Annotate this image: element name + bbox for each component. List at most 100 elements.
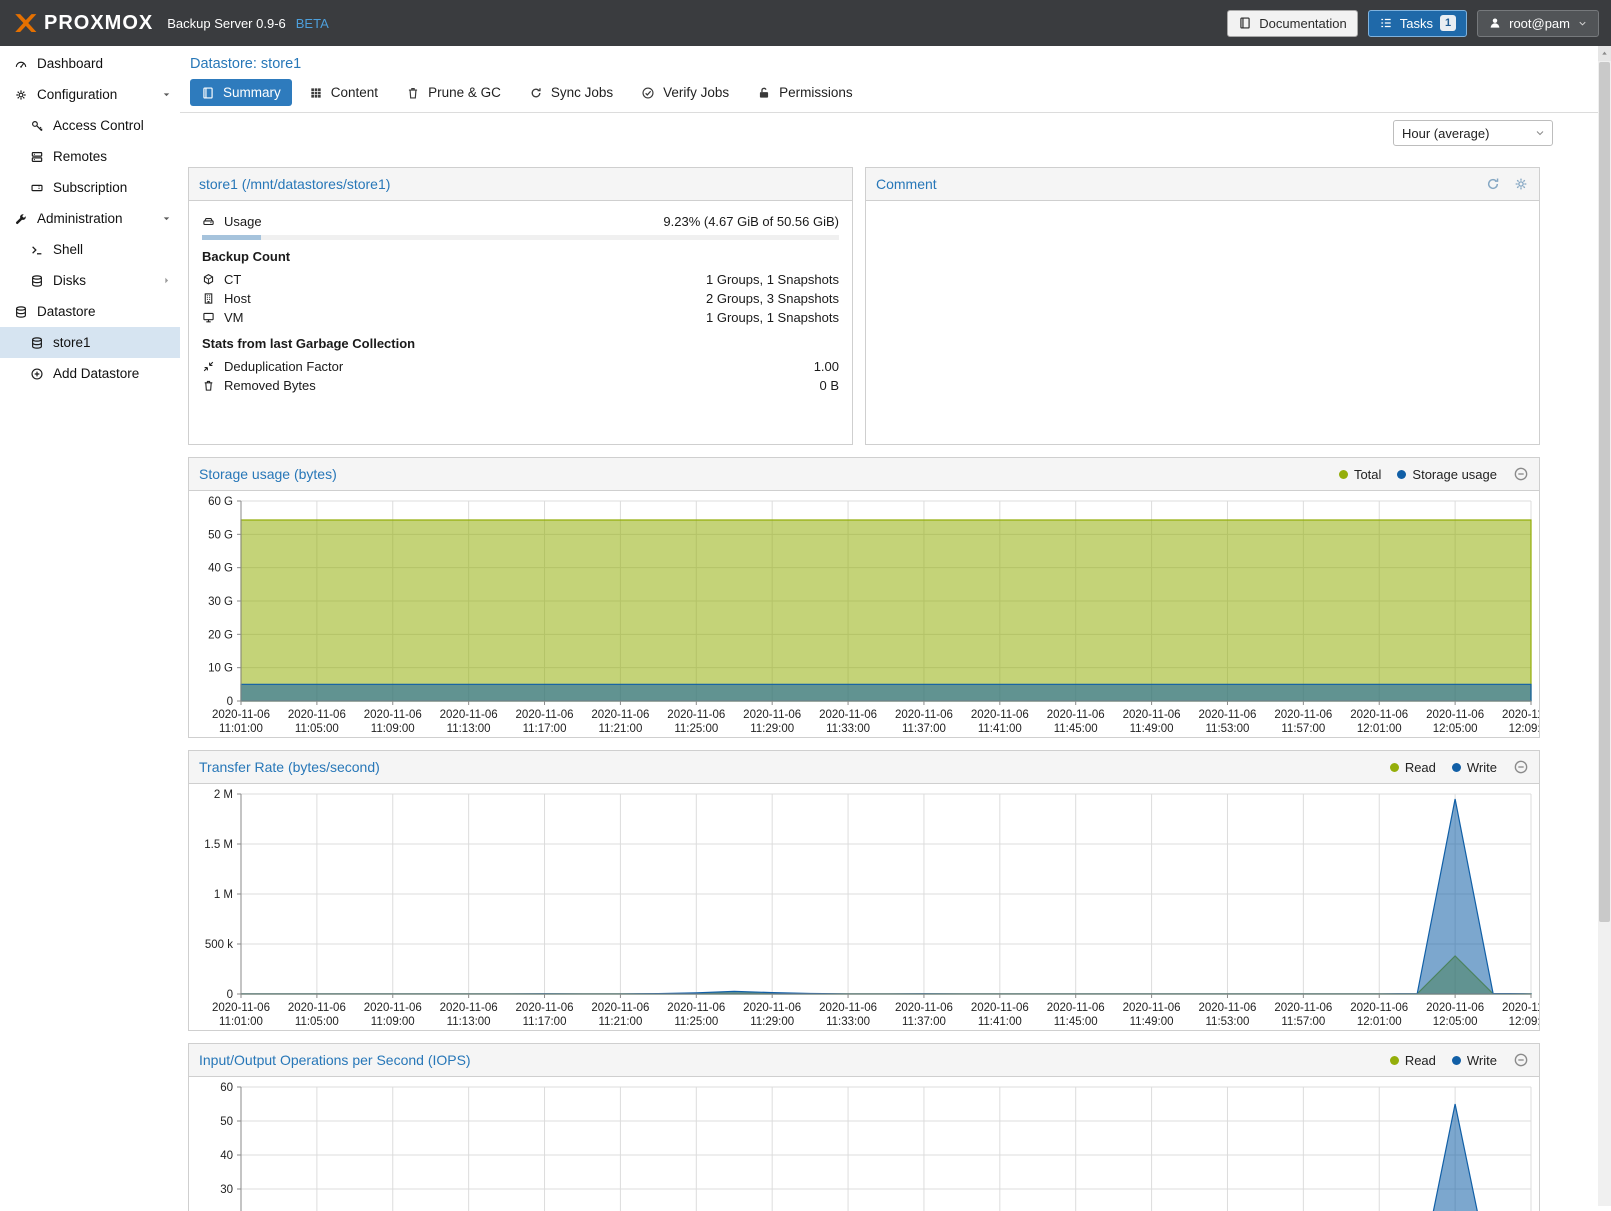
chevron-down-icon[interactable] bbox=[161, 213, 172, 224]
tasks-button[interactable]: Tasks 1 bbox=[1368, 10, 1467, 37]
tab-verify-jobs[interactable]: Verify Jobs bbox=[630, 79, 740, 106]
svg-text:2020-11-06: 2020-11-06 bbox=[1502, 1002, 1539, 1014]
app-header: PROXMOX Backup Server 0.9-6 BETA Documen… bbox=[0, 0, 1611, 46]
sidebar-item-administration[interactable]: Administration bbox=[0, 203, 180, 234]
svg-text:2020-11-06: 2020-11-06 bbox=[667, 1002, 725, 1014]
svg-text:11:05:00: 11:05:00 bbox=[295, 1016, 339, 1028]
svg-text:2020-11-06: 2020-11-06 bbox=[364, 1002, 422, 1014]
sidebar-item-store1[interactable]: store1 bbox=[0, 327, 180, 358]
refresh-icon bbox=[529, 86, 543, 100]
summary-toolbar: Hour (average) bbox=[180, 113, 1611, 153]
documentation-button[interactable]: Documentation bbox=[1227, 10, 1357, 37]
svg-text:2020-11-06: 2020-11-06 bbox=[895, 709, 953, 721]
legend-read[interactable]: Read bbox=[1390, 1053, 1436, 1068]
reload-icon[interactable] bbox=[1485, 176, 1501, 192]
user-icon bbox=[1488, 16, 1502, 30]
collapse-icon[interactable] bbox=[1513, 1052, 1529, 1068]
svg-text:1 M: 1 M bbox=[214, 889, 233, 901]
sidebar-item-dashboard[interactable]: Dashboard bbox=[0, 48, 180, 79]
svg-text:2020-11-06: 2020-11-06 bbox=[667, 709, 725, 721]
database-icon bbox=[14, 305, 28, 319]
unlock-icon bbox=[757, 86, 771, 100]
sidebar-item-shell[interactable]: Shell bbox=[0, 234, 180, 265]
collapse-icon[interactable] bbox=[1513, 759, 1529, 775]
vertical-scrollbar[interactable] bbox=[1598, 46, 1611, 1206]
svg-text:11:49:00: 11:49:00 bbox=[1130, 723, 1174, 735]
legend-read[interactable]: Read bbox=[1390, 760, 1436, 775]
tab-prune-gc[interactable]: Prune & GC bbox=[395, 79, 512, 106]
svg-text:12:01:00: 12:01:00 bbox=[1357, 723, 1402, 735]
tab-content[interactable]: Content bbox=[298, 79, 389, 106]
user-menu-button[interactable]: root@pam bbox=[1477, 10, 1599, 37]
gc-stats-heading: Stats from last Garbage Collection bbox=[202, 336, 839, 351]
legend-total[interactable]: Total bbox=[1339, 467, 1381, 482]
svg-text:11:29:00: 11:29:00 bbox=[750, 1016, 794, 1028]
svg-text:11:45:00: 11:45:00 bbox=[1054, 723, 1098, 735]
server-icon bbox=[30, 150, 44, 164]
svg-text:30 G: 30 G bbox=[208, 596, 233, 608]
legend-write[interactable]: Write bbox=[1452, 1053, 1497, 1068]
book-icon bbox=[201, 86, 215, 100]
database-icon bbox=[30, 336, 44, 350]
compress-icon bbox=[202, 360, 215, 373]
tab-permissions[interactable]: Permissions bbox=[746, 79, 864, 106]
svg-text:2020-11-06: 2020-11-06 bbox=[1350, 1002, 1408, 1014]
chevron-right-icon[interactable] bbox=[161, 275, 172, 286]
svg-text:2020-11-06: 2020-11-06 bbox=[1123, 709, 1181, 721]
total-legend-dot bbox=[1339, 470, 1348, 479]
usage-value: 9.23% (4.67 GiB of 50.56 GiB) bbox=[663, 214, 839, 229]
sidebar-item-disks[interactable]: Disks bbox=[0, 265, 180, 296]
svg-text:2020-11-06: 2020-11-06 bbox=[1274, 1002, 1332, 1014]
sidebar-item-datastore[interactable]: Datastore bbox=[0, 296, 180, 327]
sidebar-item-configuration[interactable]: Configuration bbox=[0, 79, 180, 110]
svg-text:30: 30 bbox=[220, 1184, 233, 1196]
svg-text:2 M: 2 M bbox=[214, 789, 233, 801]
beta-link[interactable]: BETA bbox=[296, 16, 329, 31]
hdd-icon bbox=[202, 215, 215, 228]
svg-text:2020-11-06: 2020-11-06 bbox=[1426, 709, 1484, 721]
read-legend-dot bbox=[1390, 763, 1399, 772]
svg-text:11:17:00: 11:17:00 bbox=[523, 723, 567, 735]
product-version: Backup Server 0.9-6 bbox=[167, 16, 286, 31]
legend-write[interactable]: Write bbox=[1452, 760, 1497, 775]
chevron-down-icon[interactable] bbox=[161, 89, 172, 100]
legend-storage-usage[interactable]: Storage usage bbox=[1397, 467, 1497, 482]
svg-text:11:37:00: 11:37:00 bbox=[902, 1016, 946, 1028]
svg-text:12:05:00: 12:05:00 bbox=[1433, 1016, 1478, 1028]
svg-text:0: 0 bbox=[227, 696, 233, 708]
trash-icon bbox=[202, 379, 215, 392]
timeframe-select[interactable]: Hour (average) bbox=[1393, 120, 1553, 146]
sidebar-item-access-control[interactable]: Access Control bbox=[0, 110, 180, 141]
iops-title: Input/Output Operations per Second (IOPS… bbox=[199, 1052, 471, 1068]
monitor-icon bbox=[202, 311, 215, 324]
sidebar-item-subscription[interactable]: Subscription bbox=[0, 172, 180, 203]
gear-icon[interactable] bbox=[1513, 176, 1529, 192]
gauge-icon bbox=[14, 57, 28, 71]
svg-text:11:01:00: 11:01:00 bbox=[219, 1016, 263, 1028]
scrollbar-thumb[interactable] bbox=[1599, 62, 1610, 922]
svg-text:12:09:00: 12:09:00 bbox=[1509, 1016, 1539, 1028]
svg-text:40 G: 40 G bbox=[208, 563, 233, 575]
comment-panel: Comment bbox=[865, 167, 1540, 445]
collapse-icon[interactable] bbox=[1513, 466, 1529, 482]
book-icon bbox=[1238, 16, 1252, 30]
chevron-down-icon bbox=[1577, 18, 1588, 29]
proxmox-logo-icon bbox=[12, 10, 38, 36]
write-legend-dot bbox=[1452, 1056, 1461, 1065]
svg-text:11:29:00: 11:29:00 bbox=[750, 723, 794, 735]
tab-summary[interactable]: Summary bbox=[190, 79, 292, 106]
host-count-row: Host 2 Groups, 3 Snapshots bbox=[202, 289, 839, 308]
write-legend-dot bbox=[1452, 763, 1461, 772]
sidebar-item-remotes[interactable]: Remotes bbox=[0, 141, 180, 172]
svg-text:11:17:00: 11:17:00 bbox=[523, 1016, 567, 1028]
svg-text:2020-11-06: 2020-11-06 bbox=[364, 709, 422, 721]
page-title: Datastore: store1 bbox=[180, 46, 1611, 77]
tab-sync-jobs[interactable]: Sync Jobs bbox=[518, 79, 624, 106]
svg-text:11:37:00: 11:37:00 bbox=[902, 723, 946, 735]
sidebar-item-add-datastore[interactable]: Add Datastore bbox=[0, 358, 180, 389]
read-legend-dot bbox=[1390, 1056, 1399, 1065]
transfer-rate-title: Transfer Rate (bytes/second) bbox=[199, 759, 380, 775]
cube-icon bbox=[202, 273, 215, 286]
storage-usage-chart: 010 G20 G30 G40 G50 G60 G2020-11-0611:01… bbox=[189, 491, 1539, 737]
scroll-up-button[interactable] bbox=[1598, 46, 1611, 61]
